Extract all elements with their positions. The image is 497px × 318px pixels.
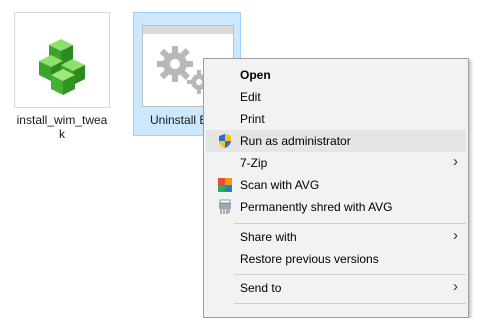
menu-item-label: Send to	[240, 281, 282, 295]
menu-item-scan-with-avg[interactable]: Scan with AVG	[206, 174, 466, 196]
menu-item-label: Permanently shred with AVG	[240, 200, 393, 214]
uac-shield-icon	[217, 133, 233, 149]
menu-item-label: Scan with AVG	[240, 178, 320, 192]
menu-item-restore-previous-versions[interactable]: Restore previous versions	[206, 248, 466, 270]
menu-item-7zip[interactable]: 7-Zip ›	[206, 152, 466, 174]
menu-item-run-as-administrator[interactable]: Run as administrator	[206, 130, 466, 152]
context-menu: Open Edit Print Run as administrator 7-Z…	[203, 58, 469, 318]
menu-separator	[234, 274, 466, 275]
submenu-arrow-icon: ›	[453, 278, 458, 295]
menu-item-shred-with-avg[interactable]: Permanently shred with AVG	[206, 196, 466, 218]
menu-item-edit[interactable]: Edit	[206, 86, 466, 108]
menu-item-label: Print	[240, 112, 265, 126]
menu-item-label: Restore previous versions	[240, 252, 379, 266]
avg-icon	[217, 177, 233, 193]
menu-item-label: Open	[240, 68, 271, 82]
menu-item-label: 7-Zip	[240, 156, 268, 170]
registry-cubes-icon	[14, 12, 110, 108]
menu-item-send-to[interactable]: Send to ›	[206, 277, 466, 299]
menu-separator	[234, 223, 466, 224]
submenu-arrow-icon: ›	[453, 227, 458, 244]
menu-item-label: Run as administrator	[240, 134, 351, 148]
menu-item-print[interactable]: Print	[206, 108, 466, 130]
menu-separator	[234, 303, 466, 304]
submenu-arrow-icon: ›	[453, 153, 458, 170]
menu-item-open[interactable]: Open	[206, 64, 466, 86]
desktop-icon-label: install_wim_twea k	[16, 113, 108, 141]
menu-item-label: Share with	[240, 230, 297, 244]
desktop-icon-install-wim-tweak[interactable]: install_wim_twea k	[10, 12, 114, 152]
menu-item-share-with[interactable]: Share with ›	[206, 226, 466, 248]
shredder-icon	[217, 199, 233, 215]
menu-item-label: Edit	[240, 90, 261, 104]
